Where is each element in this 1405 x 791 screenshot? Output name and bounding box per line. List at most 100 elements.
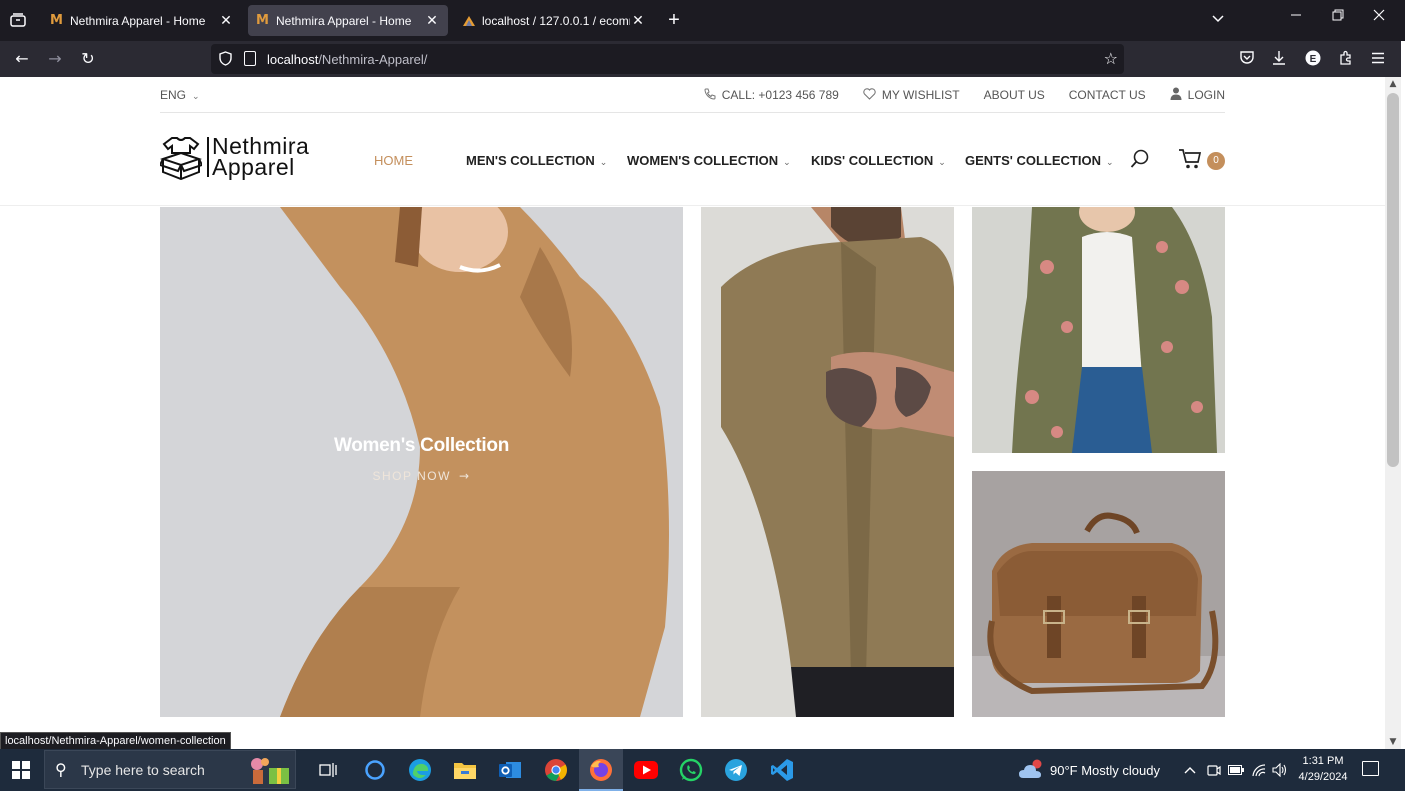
chevron-down-icon: ⌄	[599, 158, 608, 168]
link-status-tooltip: localhost/Nethmira-Apparel/women-collect…	[0, 732, 231, 750]
about-us-text: ABOUT US	[983, 88, 1045, 102]
search-icon[interactable]	[1130, 149, 1150, 169]
extensions-puzzle-icon[interactable]	[1336, 50, 1356, 70]
site-header: Nethmira Apparel HOME MEN'S COLLECTION ⌄ …	[0, 113, 1385, 206]
call-link[interactable]: CALL: +0123 456 789	[704, 88, 839, 103]
banner-kids-collection[interactable]	[972, 207, 1225, 453]
youtube-icon[interactable]	[632, 756, 660, 784]
browser-tab[interactable]: localhost / 127.0.0.1 / ecommer ✕	[454, 5, 654, 36]
site-logo[interactable]: Nethmira Apparel	[160, 135, 332, 181]
meet-now-icon[interactable]	[1207, 749, 1221, 791]
login-text: LOGIN	[1187, 88, 1225, 102]
leather-bag-image	[972, 471, 1225, 717]
tab-title: localhost / 127.0.0.1 / ecommer	[482, 13, 630, 28]
chevron-down-icon: ⌄	[192, 92, 200, 102]
clock-time: 1:31 PM	[1302, 755, 1344, 767]
language-selector[interactable]: ENG ⌄	[160, 88, 200, 102]
nav-label: WOMEN'S COLLECTION	[627, 153, 779, 168]
language-label: ENG	[160, 88, 187, 102]
new-tab-icon[interactable]: +	[664, 9, 684, 32]
system-clock[interactable]: 1:31 PM 4/29/2024	[1292, 753, 1354, 785]
close-tab-icon[interactable]: ✕	[424, 12, 440, 29]
nav-gents-collection[interactable]: GENTS' COLLECTION ⌄	[965, 153, 1114, 168]
show-hidden-icons-chevron[interactable]	[1184, 749, 1196, 791]
edge-icon[interactable]	[406, 756, 434, 784]
restore-icon[interactable]	[1328, 8, 1348, 24]
firefox-icon[interactable]	[587, 756, 615, 784]
weather-widget[interactable]: 90°F Mostly cloudy	[1018, 749, 1160, 791]
call-text: CALL: +0123 456 789	[721, 88, 839, 102]
phpmyadmin-favicon-icon	[462, 15, 476, 27]
arrow-right-icon: →	[458, 469, 471, 483]
tab-list-chevron-icon[interactable]	[1212, 10, 1224, 26]
url-text: localhost/Nethmira-Apparel/	[267, 52, 428, 67]
nav-label: KIDS' COLLECTION	[811, 153, 934, 168]
heart-icon	[863, 87, 876, 103]
search-highlight-gift-icon	[251, 758, 289, 784]
cart-icon[interactable]	[1178, 148, 1202, 170]
banner-mens-collection[interactable]	[701, 207, 954, 717]
scroll-thumb[interactable]	[1387, 93, 1399, 467]
site-favicon-icon: M	[256, 12, 269, 28]
user-icon	[1170, 87, 1182, 103]
reload-icon[interactable]: ↻	[78, 49, 98, 68]
page-scrollbar[interactable]: ▲ ▼	[1385, 77, 1401, 749]
close-tab-icon[interactable]: ✕	[630, 12, 646, 29]
logo-text: Nethmira Apparel	[212, 133, 310, 180]
task-view-icon[interactable]	[314, 756, 342, 784]
volume-icon[interactable]	[1272, 749, 1288, 791]
nav-label: MEN'S COLLECTION	[466, 153, 595, 168]
windows-start-icon[interactable]	[12, 761, 30, 779]
bookmark-star-icon[interactable]: ☆	[1104, 49, 1118, 68]
nav-womens-collection[interactable]: WOMEN'S COLLECTION ⌄	[627, 153, 791, 168]
weather-text: 90°F Mostly cloudy	[1050, 762, 1160, 778]
nav-home[interactable]: HOME	[374, 153, 413, 168]
wishlist-link[interactable]: MY WISHLIST	[863, 87, 960, 103]
close-window-icon[interactable]	[1369, 8, 1389, 24]
login-link[interactable]: LOGIN	[1170, 87, 1225, 103]
list-all-tabs-icon[interactable]	[8, 10, 28, 30]
cortana-icon[interactable]	[361, 756, 389, 784]
tracking-shield-icon[interactable]	[219, 51, 233, 67]
outlook-icon[interactable]	[496, 756, 524, 784]
pocket-icon[interactable]	[1237, 50, 1257, 69]
notification-center-icon[interactable]	[1362, 761, 1379, 776]
whatsapp-icon[interactable]	[677, 756, 705, 784]
close-tab-icon[interactable]: ✕	[218, 12, 234, 29]
wishlist-text: MY WISHLIST	[881, 88, 960, 102]
contact-us-link[interactable]: CONTACT US	[1069, 88, 1146, 102]
girl-floral-jacket-image	[972, 207, 1225, 453]
tab-title: Nethmira Apparel - Home	[70, 13, 206, 28]
scroll-up-icon[interactable]: ▲	[1385, 77, 1401, 91]
clock-date: 4/29/2024	[1298, 771, 1348, 783]
shop-now-link[interactable]: SHOP NOW →	[160, 469, 683, 483]
chevron-down-icon: ⌄	[938, 158, 946, 168]
man-jacket-image	[701, 207, 954, 717]
extension-e-icon[interactable]: E	[1303, 50, 1323, 70]
battery-icon[interactable]	[1228, 749, 1244, 791]
logo-divider	[207, 137, 209, 177]
nav-mens-collection[interactable]: MEN'S COLLECTION ⌄	[466, 153, 607, 168]
wifi-icon[interactable]	[1251, 749, 1267, 791]
file-explorer-icon[interactable]	[451, 756, 479, 784]
browser-tab-active[interactable]: M Nethmira Apparel - Home ✕	[248, 5, 448, 36]
scroll-down-icon[interactable]: ▼	[1385, 735, 1401, 749]
telegram-icon[interactable]	[722, 756, 750, 784]
banner-accessories[interactable]	[972, 471, 1225, 717]
banner-womens-collection[interactable]: Women's Collection SHOP NOW →	[160, 207, 683, 717]
back-arrow-icon[interactable]: ←	[12, 49, 32, 68]
download-icon[interactable]	[1269, 50, 1289, 70]
chrome-icon[interactable]	[542, 756, 570, 784]
vscode-icon[interactable]	[768, 756, 796, 784]
address-bar[interactable]: localhost/Nethmira-Apparel/ ☆	[211, 44, 1124, 74]
nav-kids-collection[interactable]: KIDS' COLLECTION ⌄	[811, 153, 946, 168]
browser-tab[interactable]: M Nethmira Apparel - Home ✕	[42, 5, 242, 36]
svg-text:E: E	[1310, 54, 1317, 65]
page-info-icon[interactable]	[244, 51, 256, 66]
about-us-link[interactable]: ABOUT US	[984, 88, 1045, 102]
minimize-icon[interactable]	[1286, 8, 1306, 24]
site-favicon-icon: M	[50, 12, 63, 28]
taskbar-search-box[interactable]: ⚲ Type here to search	[44, 750, 296, 789]
hamburger-menu-icon[interactable]	[1368, 50, 1388, 68]
forward-arrow-icon[interactable]: →	[45, 49, 65, 68]
